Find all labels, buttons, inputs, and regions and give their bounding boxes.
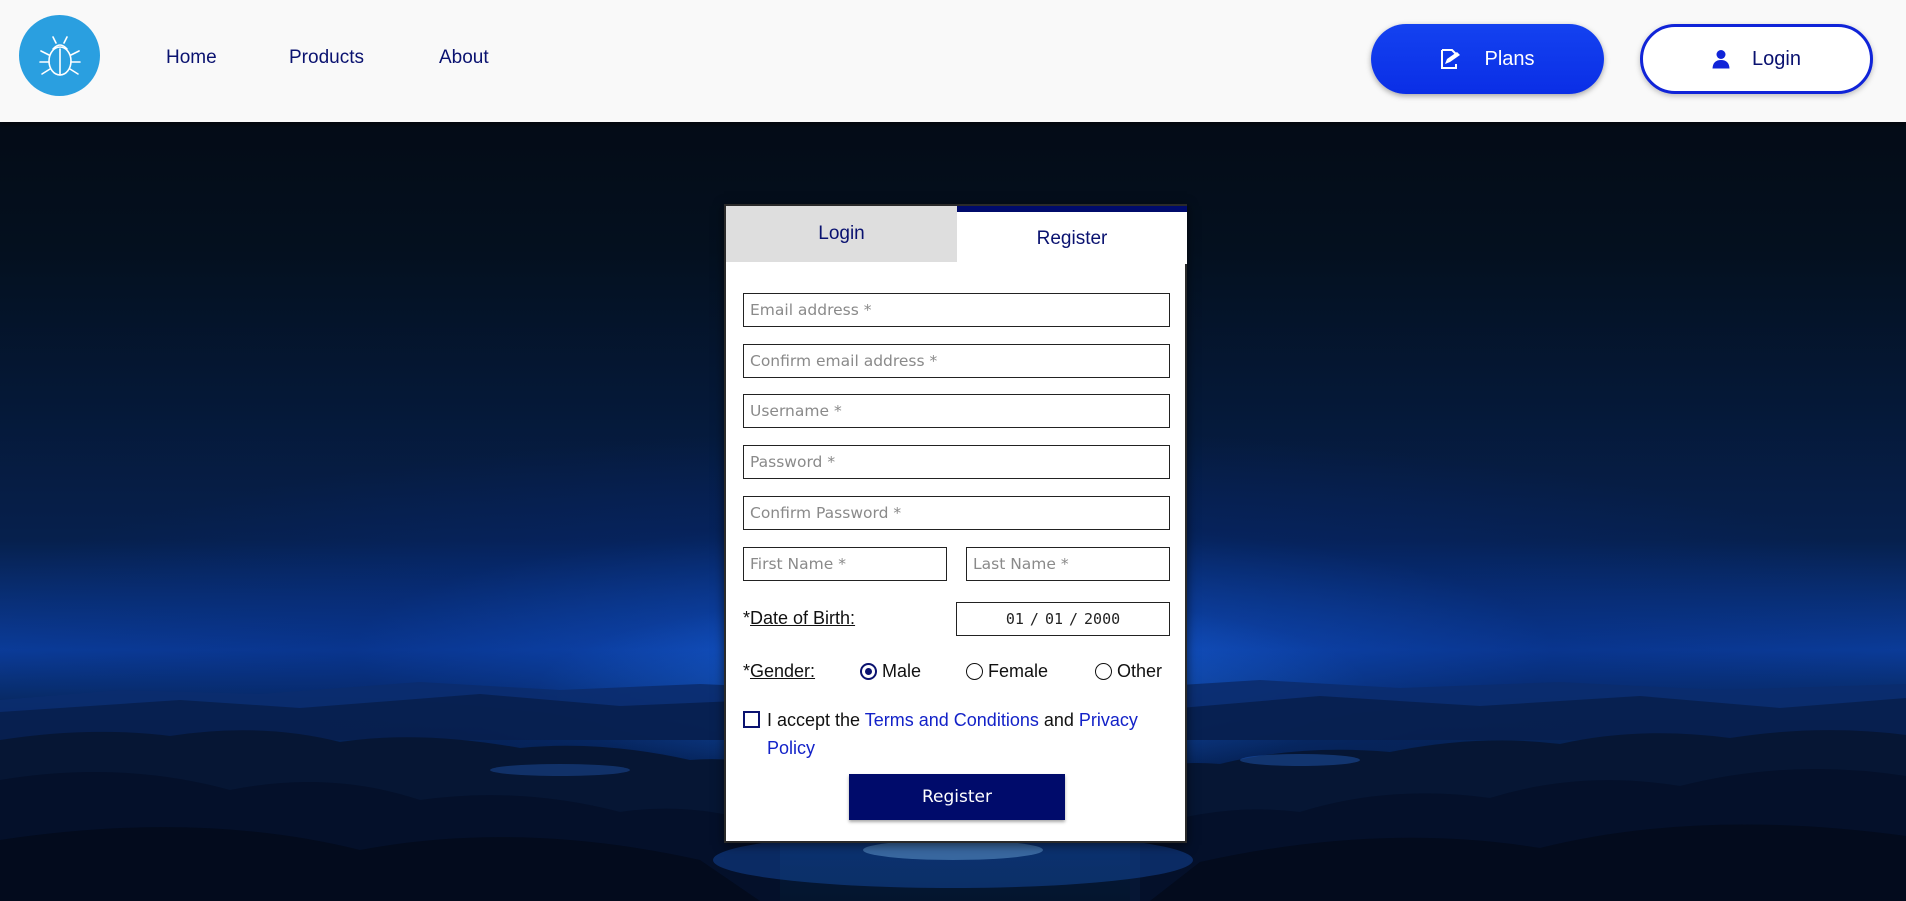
nav-products[interactable]: Products bbox=[289, 47, 364, 69]
dob-date-input[interactable]: 01 / 01 / 2000 bbox=[956, 602, 1170, 636]
header-login-button[interactable]: Login bbox=[1640, 24, 1873, 94]
gender-other-label: Other bbox=[1117, 661, 1163, 681]
nav-home[interactable]: Home bbox=[166, 47, 217, 69]
terms-link[interactable]: Terms and Conditions bbox=[865, 710, 1039, 730]
nav-about[interactable]: About bbox=[439, 47, 489, 69]
gender-male-radio[interactable]: Male bbox=[860, 661, 921, 682]
username-field[interactable] bbox=[743, 394, 1170, 428]
bug-icon bbox=[38, 35, 81, 76]
dob-label: *Date of Birth: bbox=[743, 608, 855, 629]
email-field[interactable] bbox=[743, 293, 1170, 327]
gender-male-label: Male bbox=[882, 661, 922, 681]
terms-row: I accept the Terms and Conditions and Pr… bbox=[743, 706, 1173, 762]
site-header: Home Products About Plans Login bbox=[0, 0, 1906, 122]
last-name-field[interactable] bbox=[966, 547, 1170, 581]
gender-other-radio[interactable]: Other bbox=[1095, 661, 1162, 682]
dob-separator: / bbox=[1029, 610, 1039, 628]
dob-day[interactable]: 01 bbox=[1045, 610, 1063, 628]
terms-checkbox[interactable] bbox=[743, 711, 760, 728]
terms-text: I accept the Terms and Conditions and Pr… bbox=[767, 706, 1173, 762]
gender-label: *Gender: bbox=[743, 661, 815, 682]
plans-label: Plans bbox=[1484, 47, 1535, 70]
dob-separator: / bbox=[1069, 610, 1079, 628]
tab-register[interactable]: Register bbox=[957, 206, 1187, 264]
logo[interactable] bbox=[19, 15, 100, 96]
dob-year[interactable]: 2000 bbox=[1084, 610, 1120, 628]
tab-login[interactable]: Login bbox=[726, 206, 957, 262]
register-button[interactable]: Register bbox=[849, 774, 1065, 820]
auth-card: Login Register *Date of Birth: 01 / 01 /… bbox=[724, 204, 1187, 843]
terms-prefix: I accept the bbox=[767, 710, 861, 730]
gender-label-text: Gender: bbox=[750, 661, 816, 681]
radio-selected-icon[interactable] bbox=[860, 663, 877, 680]
dob-label-text: Date of Birth: bbox=[750, 608, 856, 628]
user-icon bbox=[1712, 50, 1730, 69]
radio-empty-icon[interactable] bbox=[1095, 663, 1112, 680]
gender-female-radio[interactable]: Female bbox=[966, 661, 1048, 682]
dob-month[interactable]: 01 bbox=[1006, 610, 1024, 628]
plans-button[interactable]: Plans bbox=[1371, 24, 1604, 94]
password-field[interactable] bbox=[743, 445, 1170, 479]
required-marker: * bbox=[743, 608, 751, 628]
required-marker: * bbox=[743, 661, 751, 681]
confirm-email-field[interactable] bbox=[743, 344, 1170, 378]
terms-conjunction: and bbox=[1043, 710, 1074, 730]
edit-document-icon bbox=[1441, 49, 1461, 69]
header-login-label: Login bbox=[1752, 47, 1801, 70]
gender-female-label: Female bbox=[988, 661, 1049, 681]
radio-empty-icon[interactable] bbox=[966, 663, 983, 680]
confirm-password-field[interactable] bbox=[743, 496, 1170, 530]
first-name-field[interactable] bbox=[743, 547, 947, 581]
